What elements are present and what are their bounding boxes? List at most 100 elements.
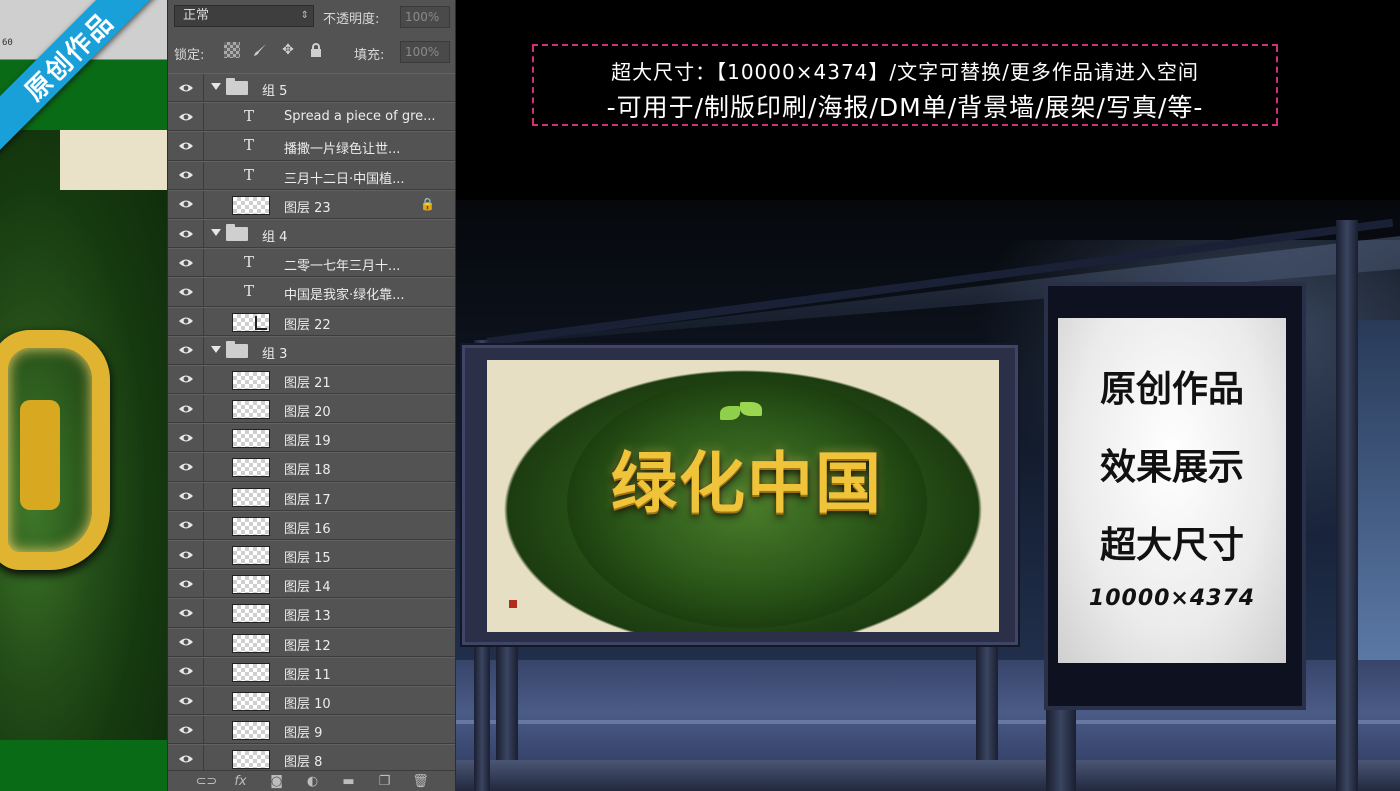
screenshot-stage: 60 原创作品 正常 ⇕ 不透明度: 100% 锁定: ✥ 填充: 100% 组… (0, 0, 1400, 791)
layer-name: 图层 17 (284, 492, 331, 508)
layer-thumbnail (232, 750, 270, 770)
canvas-preview[interactable]: 60 原创作品 (0, 0, 167, 791)
eye-icon[interactable] (168, 161, 204, 189)
layer-row[interactable]: 图层 17 (168, 481, 455, 511)
eye-icon[interactable] (168, 278, 204, 306)
layer-thumbnail (232, 633, 270, 653)
adjustment-icon[interactable]: ◐ (304, 774, 322, 789)
layer-row[interactable]: 图层 12 (168, 627, 455, 657)
eye-icon[interactable] (168, 365, 204, 394)
layer-name: 组 3 (262, 346, 288, 362)
trash-icon[interactable]: 🗑 (412, 774, 430, 789)
mask-icon[interactable]: ◙ (268, 774, 286, 789)
layer-row[interactable]: 图层 14 (168, 569, 455, 599)
lightbox-line-original: 原创作品 (1099, 369, 1244, 410)
layer-row[interactable]: 图层 9 (168, 715, 455, 745)
lightbox-sign: 原创作品 效果展示 超大尺寸 10000×4374 (1044, 282, 1306, 710)
fill-input[interactable]: 100% (400, 41, 450, 63)
layer-row[interactable]: 图层 10 (168, 685, 455, 716)
layer-thumbnail (232, 312, 270, 332)
eye-icon[interactable] (168, 249, 204, 277)
eye-icon[interactable] (168, 103, 204, 131)
eye-icon[interactable] (168, 745, 204, 773)
lock-label: 锁定: (174, 48, 205, 63)
layer-thumbnail (232, 516, 270, 536)
layer-name: 图层 10 (284, 696, 331, 712)
eye-icon[interactable] (168, 307, 204, 335)
layer-row[interactable]: T 播撒一片绿色让世... (168, 131, 455, 161)
layer-row[interactable]: 图层 23 🔒 (168, 189, 455, 219)
eye-icon[interactable] (168, 686, 204, 715)
lock-transparency-icon[interactable] (224, 42, 240, 58)
layer-row[interactable]: 图层 11 (168, 656, 455, 686)
text-layer-icon: T (244, 282, 255, 301)
brush-icon[interactable] (252, 42, 268, 58)
eye-icon[interactable] (168, 541, 204, 569)
new-layer-icon[interactable]: ❐ (376, 774, 394, 789)
layer-group-row[interactable]: 组 3 (168, 335, 455, 365)
eye-icon[interactable] (168, 511, 204, 539)
eye-icon[interactable] (168, 74, 204, 102)
poster-artwork: 绿化中国 (487, 360, 999, 632)
eye-icon[interactable] (168, 570, 204, 598)
opacity-input[interactable]: 100% (400, 6, 450, 28)
layer-row[interactable]: T 二零一七年三月十... (168, 248, 455, 278)
layer-row[interactable]: 图层 15 (168, 540, 455, 570)
banner-size-text: 超大尺寸：【10000×4374】/文字可替换/更多作品请进入空间 (611, 60, 1199, 84)
text-layer-icon: T (244, 107, 255, 126)
eye-icon[interactable] (168, 190, 204, 218)
layer-row[interactable]: 图层 21 (168, 364, 455, 395)
folder-icon[interactable]: ▬ (340, 774, 358, 789)
eye-icon[interactable] (168, 482, 204, 510)
sprout-icon (720, 402, 762, 428)
layer-row[interactable]: 图层 22 (168, 306, 455, 336)
layer-row[interactable]: 图层 13 (168, 598, 455, 628)
fx-icon[interactable]: fx (232, 774, 250, 789)
layer-name: 播撒一片绿色让世... (284, 142, 401, 158)
layer-row[interactable]: 图层 19 (168, 423, 455, 453)
blend-mode-select[interactable]: 正常 ⇕ (174, 5, 314, 27)
canvas-artwork (0, 60, 167, 750)
layer-name: 中国是我家·绿化靠... (284, 288, 405, 304)
layer-name: 图层 22 (284, 317, 331, 333)
canvas-bottom-green (0, 742, 167, 791)
layer-row[interactable]: 图层 16 (168, 510, 455, 540)
layer-thumbnail (232, 691, 270, 711)
lightbox-leg (1046, 700, 1076, 791)
layer-row[interactable]: 图层 20 (168, 394, 455, 424)
eye-icon[interactable] (168, 599, 204, 627)
layer-name: 图层 9 (284, 726, 323, 742)
layer-row[interactable]: 图层 18 (168, 452, 455, 482)
lock-icon[interactable] (308, 42, 324, 58)
layer-name: 图层 15 (284, 551, 331, 566)
expand-triangle-icon[interactable] (211, 228, 221, 236)
layer-name: 图层 23 (284, 200, 331, 216)
eye-icon[interactable] (168, 336, 204, 364)
eye-icon[interactable] (168, 395, 204, 423)
eye-icon[interactable] (168, 453, 204, 481)
move-arrows-icon[interactable]: ✥ (280, 42, 296, 58)
expand-triangle-icon[interactable] (211, 83, 221, 90)
layer-name: 图层 8 (284, 755, 323, 771)
layer-name: 图层 13 (284, 609, 331, 625)
fill-label: 填充: (354, 48, 385, 63)
banner-usage-text: -可用于/制版印刷/海报/DM单/背景墙/展架/写真/等- (606, 93, 1204, 122)
eye-icon[interactable] (168, 716, 204, 744)
layer-row[interactable]: T 中国是我家·绿化靠... (168, 277, 455, 307)
eye-icon[interactable] (168, 132, 204, 160)
expand-triangle-icon[interactable] (211, 345, 221, 353)
lock-options: ✥ (224, 42, 324, 58)
layer-group-row[interactable]: 组 4 (168, 218, 455, 249)
folder-icon (226, 78, 248, 95)
layer-thumbnail (232, 487, 270, 507)
layers-panel: 正常 ⇕ 不透明度: 100% 锁定: ✥ 填充: 100% 组 5 T Sprea… (167, 0, 456, 791)
eye-icon[interactable] (168, 628, 204, 656)
link-icon[interactable]: ⊂⊃ (196, 774, 218, 789)
layer-row[interactable]: T 三月十二日·中国植... (168, 160, 455, 190)
eye-icon[interactable] (168, 424, 204, 452)
layer-thumbnail (232, 429, 270, 449)
layer-group-row[interactable]: 组 5 (168, 73, 455, 103)
eye-icon[interactable] (168, 219, 204, 248)
eye-icon[interactable] (168, 657, 204, 685)
layer-row[interactable]: T Spread a piece of gre... (168, 102, 455, 132)
